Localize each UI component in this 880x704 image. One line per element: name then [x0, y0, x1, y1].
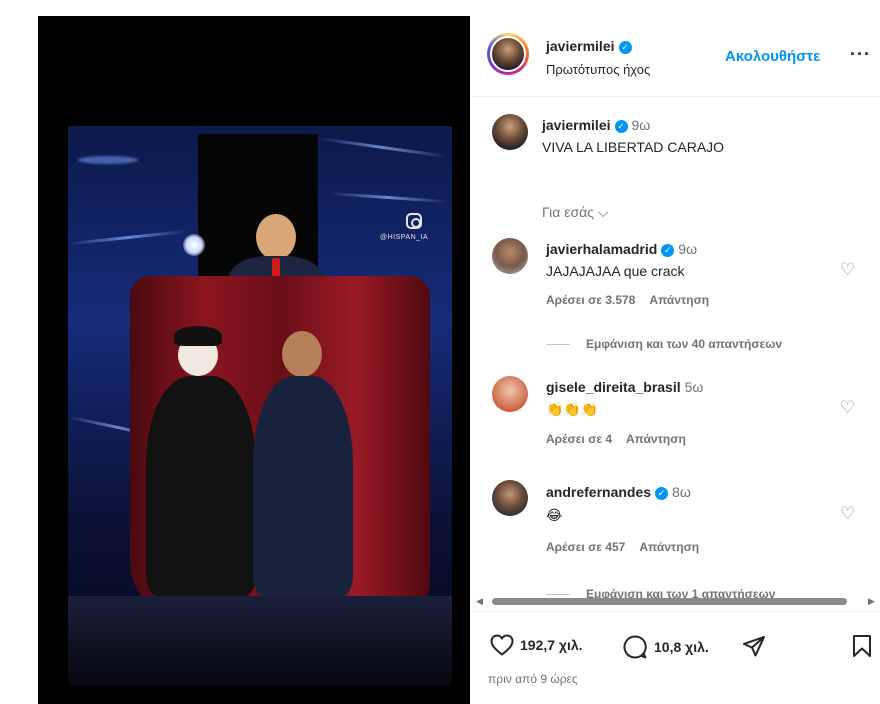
comment-text: JAJAJAJAA que crack: [546, 263, 685, 279]
stage-floor: [68, 596, 452, 686]
heart-icon[interactable]: [490, 634, 514, 656]
view-replies-button[interactable]: Εμφάνιση και των 40 απαντήσεων: [546, 337, 782, 351]
comment-likes[interactable]: Αρέσει σε 4: [546, 432, 612, 446]
like-action[interactable]: 192,7 χιλ.: [490, 634, 583, 656]
caption-text: VIVA LA LIBERTAD CARAJO: [542, 139, 725, 155]
comment-likes[interactable]: Αρέσει σε 457: [546, 540, 625, 554]
author-username-row[interactable]: javiermilei ✓: [546, 38, 632, 54]
caption-time[interactable]: 9ω: [632, 117, 651, 133]
reply-button[interactable]: Απάντηση: [626, 432, 686, 446]
scroll-right-icon[interactable]: ▶: [868, 596, 875, 607]
comment-header: andrefernandes ✓ 8ω: [546, 484, 691, 500]
comments-list[interactable]: javiermilei ✓ 9ω VIVA LA LIBERTAD CARAJO Γ…: [470, 98, 880, 598]
instagram-icon: [406, 213, 422, 229]
share-icon[interactable]: [742, 634, 766, 658]
verified-icon: ✓: [655, 486, 669, 500]
sort-dropdown[interactable]: Για εσάς ⌵: [542, 204, 608, 221]
more-options-icon[interactable]: ···: [850, 44, 871, 65]
reply-button[interactable]: Απάντηση: [649, 293, 709, 307]
figure-turban: [174, 326, 222, 346]
comment-meta: Αρέσει σε 3.578 Απάντηση: [546, 293, 723, 307]
comment-time[interactable]: 8ω: [672, 484, 691, 500]
post-actions: 192,7 χιλ. 10,8 χιλ. πριν από 9 ώρες: [470, 611, 880, 704]
stage-light: [318, 136, 448, 159]
avatar[interactable]: [492, 480, 528, 516]
post-header: javiermilei ✓ Πρωτότυπος ήχος Ακολουθήστε…: [470, 16, 880, 97]
comment-header: gisele_direita_brasil 5ω: [546, 379, 703, 395]
post-sidebar: javiermilei ✓ Πρωτότυπος ήχος Ακολουθήστε…: [470, 16, 880, 704]
avatar[interactable]: [492, 238, 528, 274]
verified-icon: ✓: [614, 119, 628, 133]
comment-text: 👏👏👏: [546, 401, 599, 417]
figure-robe: [146, 376, 256, 596]
scrollbar-thumb[interactable]: [492, 598, 847, 605]
comment-username[interactable]: gisele_direita_brasil: [546, 379, 681, 395]
scroll-left-icon[interactable]: ◀: [476, 596, 483, 607]
avatar[interactable]: [492, 376, 528, 412]
stage-light: [68, 229, 188, 246]
stage-light: [328, 191, 448, 204]
like-heart-icon[interactable]: ♡: [840, 260, 855, 280]
like-heart-icon[interactable]: ♡: [840, 504, 855, 524]
like-heart-icon[interactable]: ♡: [840, 398, 855, 418]
spotlight: [183, 234, 205, 256]
reply-button[interactable]: Απάντηση: [639, 540, 699, 554]
avatar[interactable]: [490, 36, 526, 72]
video-player[interactable]: @HISPAN_IA: [68, 126, 452, 686]
comment-likes[interactable]: Αρέσει σε 3.578: [546, 293, 635, 307]
verified-icon: ✓: [618, 40, 632, 54]
audio-label[interactable]: Πρωτότυπος ήχος: [546, 62, 650, 77]
comment-count[interactable]: 10,8 χιλ.: [654, 639, 709, 655]
avatar[interactable]: [492, 114, 528, 150]
comment-header: javierhalamadrid ✓ 9ω: [546, 241, 697, 257]
comment-time[interactable]: 5ω: [685, 379, 704, 395]
verified-icon: ✓: [661, 243, 675, 257]
comment-meta: Αρέσει σε 457 Απάντηση: [546, 540, 713, 554]
share-action[interactable]: [742, 634, 772, 658]
bookmark-icon[interactable]: [852, 634, 872, 658]
figure-suit: [253, 376, 353, 596]
stage-light: [78, 156, 138, 164]
author-username[interactable]: javiermilei: [546, 38, 615, 54]
comment-username[interactable]: andrefernandes: [546, 484, 651, 500]
post-timestamp[interactable]: πριν από 9 ώρες: [488, 672, 578, 686]
figure-head: [256, 214, 296, 260]
comment-text: 😂: [546, 507, 563, 523]
horizontal-scrollbar[interactable]: ◀ ▶: [474, 596, 880, 606]
like-count[interactable]: 192,7 χιλ.: [520, 637, 583, 653]
caption-header: javiermilei ✓ 9ω: [542, 117, 650, 133]
comment-icon[interactable]: [622, 634, 648, 660]
comment-time[interactable]: 9ω: [678, 241, 697, 257]
story-ring[interactable]: [487, 33, 529, 75]
comment-meta: Αρέσει σε 4 Απάντηση: [546, 432, 700, 446]
follow-button[interactable]: Ακολουθήστε: [725, 48, 820, 65]
comment-action[interactable]: 10,8 χιλ.: [622, 634, 709, 660]
video-watermark: @HISPAN_IA: [380, 234, 429, 241]
save-action[interactable]: [852, 634, 878, 658]
figure-head: [282, 331, 322, 377]
caption-username[interactable]: javiermilei: [542, 117, 611, 133]
comment-username[interactable]: javierhalamadrid: [546, 241, 657, 257]
post-media[interactable]: @HISPAN_IA: [38, 16, 470, 704]
